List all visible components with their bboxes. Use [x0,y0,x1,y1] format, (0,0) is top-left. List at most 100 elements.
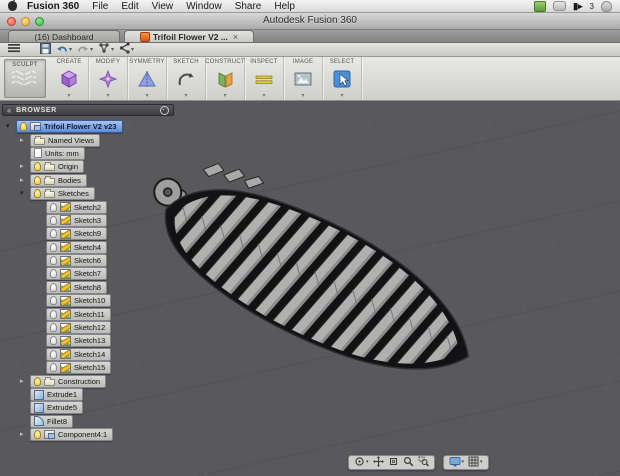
tree-node-sketch11[interactable]: Sketch11 [46,307,111,321]
tree-node-sketch12[interactable]: Sketch12 [46,321,112,335]
expand-arrow[interactable]: ▸ [20,177,30,184]
hierarchy-dropdown-caret[interactable]: ▾ [111,47,114,53]
visibility-bulb-icon[interactable] [50,269,57,279]
zoom-window-button[interactable] [418,454,429,472]
visibility-bulb-icon[interactable] [50,349,57,359]
orbit-dropdown-caret[interactable]: ▾ [366,460,369,465]
ribbon-group-symmetry[interactable]: SYMMETRY ▾ [128,57,167,100]
display-button[interactable]: ▾ [449,454,465,472]
grid-button[interactable]: ▾ [468,454,483,472]
visibility-bulb-icon[interactable] [34,175,41,185]
visibility-bulb-icon[interactable] [20,122,27,132]
tree-node-sketch15[interactable]: Sketch15 [46,361,112,375]
undo-dropdown-caret[interactable]: ▾ [69,47,72,53]
share-button[interactable]: ▾ [119,41,134,59]
modify-icon[interactable] [97,65,119,93]
expand-arrow[interactable]: ▾ [20,190,30,197]
zoom-button[interactable] [403,454,414,472]
job-status-icon[interactable]: ▮▸ [573,1,582,12]
display-dropdown-caret[interactable]: ▾ [462,460,465,465]
ribbon-group-caret[interactable]: ▾ [184,93,187,99]
model-leaf-pod[interactable] [122,138,499,412]
visibility-bulb-icon[interactable] [50,256,57,266]
symmetry-icon[interactable] [136,65,158,93]
tree-node-sketch4[interactable]: Sketch4 [46,240,108,254]
viewport-3d[interactable]: « BROWSER ▾ Trifoil Flower V2 v23 ▸ Named V… [0,101,620,476]
expand-arrow[interactable]: ▸ [20,431,30,438]
select-icon[interactable] [331,65,353,93]
save-button[interactable] [40,41,51,59]
tab-close-icon[interactable]: × [233,32,238,42]
visibility-bulb-icon[interactable] [50,242,57,252]
tree-node-sketch14[interactable]: Sketch14 [46,347,112,361]
tree-node-sketch6[interactable]: Sketch6 [46,254,108,268]
tree-node-sketch9[interactable]: Sketch9 [46,227,108,241]
ribbon-group-sketch[interactable]: SKETCH ▾ [167,57,206,100]
ribbon-group-image[interactable]: IMAGE ▾ [284,57,323,100]
ribbon-group-caret[interactable]: ▾ [340,93,343,99]
ribbon-group-modify[interactable]: MODIFY ▾ [89,57,128,100]
menu-edit[interactable]: Edit [121,1,138,12]
sketch-icon[interactable] [175,65,197,93]
apple-menu-icon[interactable] [8,0,17,11]
visibility-bulb-icon[interactable] [50,282,57,292]
hierarchy-button[interactable]: ▾ [98,41,114,59]
visibility-bulb-icon[interactable] [50,309,57,319]
tree-node-sketch3[interactable]: Sketch3 [46,213,108,227]
browser-filter-icon[interactable] [160,105,169,115]
create-icon[interactable] [58,65,80,93]
redo-dropdown-caret[interactable]: ▾ [90,47,93,53]
tree-node-construction[interactable]: Construction [30,374,107,388]
ribbon-group-caret[interactable]: ▾ [262,93,265,99]
menu-button[interactable] [8,41,20,59]
visibility-bulb-icon[interactable] [50,336,57,346]
expand-arrow[interactable]: ▾ [6,123,16,130]
ribbon-group-caret[interactable]: ▾ [67,93,70,99]
tree-node-bodies[interactable]: Bodies [30,173,87,187]
tree-node-sketch10[interactable]: Sketch10 [46,294,112,308]
tree-node-extrude1[interactable]: Extrude1 [30,388,84,401]
construct-icon[interactable] [214,65,236,93]
visibility-bulb-icon[interactable] [34,189,41,199]
tree-node-sketch2[interactable]: Sketch2 [46,200,108,214]
pan-button[interactable] [372,454,384,472]
menu-share[interactable]: Share [235,1,262,12]
menu-fusion-360[interactable]: Fusion 360 [27,1,79,12]
ribbon-group-caret[interactable]: ▾ [106,93,109,99]
tree-node-fillet8[interactable]: Fillet8 [30,414,74,428]
expand-arrow[interactable]: ▸ [20,137,30,144]
notification-icon[interactable] [601,0,612,12]
tree-node-origin[interactable]: Origin [30,160,85,174]
menu-view[interactable]: View [152,1,174,12]
undo-button[interactable]: ▾ [56,41,72,59]
tree-node-sketch13[interactable]: Sketch13 [46,334,112,348]
expand-arrow[interactable]: ▸ [20,378,30,385]
visibility-bulb-icon[interactable] [34,376,41,386]
ribbon-group-caret[interactable]: ▾ [223,93,226,99]
tab-document[interactable]: Trifoil Flower V2 ... × [124,30,254,42]
tree-node-sketch8[interactable]: Sketch8 [46,280,108,294]
orbit-button[interactable]: ▾ [354,454,369,472]
ribbon-group-inspect[interactable]: INSPECT ▾ [245,57,284,100]
image-icon[interactable] [292,65,314,93]
ribbon-environment-sculpt[interactable]: SCULPT [4,59,46,98]
tree-node-sketches[interactable]: Sketches [30,187,95,201]
visibility-bulb-icon[interactable] [50,202,57,212]
ribbon-group-construct[interactable]: CONSTRUCT ▾ [205,57,245,100]
redo-button[interactable]: ▾ [77,41,93,59]
fit-button[interactable] [388,454,399,472]
sync-status-icon[interactable] [534,0,547,12]
tree-node-sketch7[interactable]: Sketch7 [46,267,108,281]
tree-node-extrude5[interactable]: Extrude5 [30,401,84,415]
visibility-bulb-icon[interactable] [50,296,57,306]
share-dropdown-caret[interactable]: ▾ [131,47,134,53]
tree-node-named-views[interactable]: Named Views [30,133,101,147]
visibility-bulb-icon[interactable] [50,215,57,225]
ribbon-group-caret[interactable]: ▾ [145,93,148,99]
visibility-bulb-icon[interactable] [50,229,57,239]
battery-icon[interactable] [553,1,567,11]
menu-window[interactable]: Window [186,1,222,12]
tree-node-component4-1[interactable]: Component4:1 [30,428,114,442]
inspect-icon[interactable] [253,65,275,93]
grid-dropdown-caret[interactable]: ▾ [480,460,483,465]
